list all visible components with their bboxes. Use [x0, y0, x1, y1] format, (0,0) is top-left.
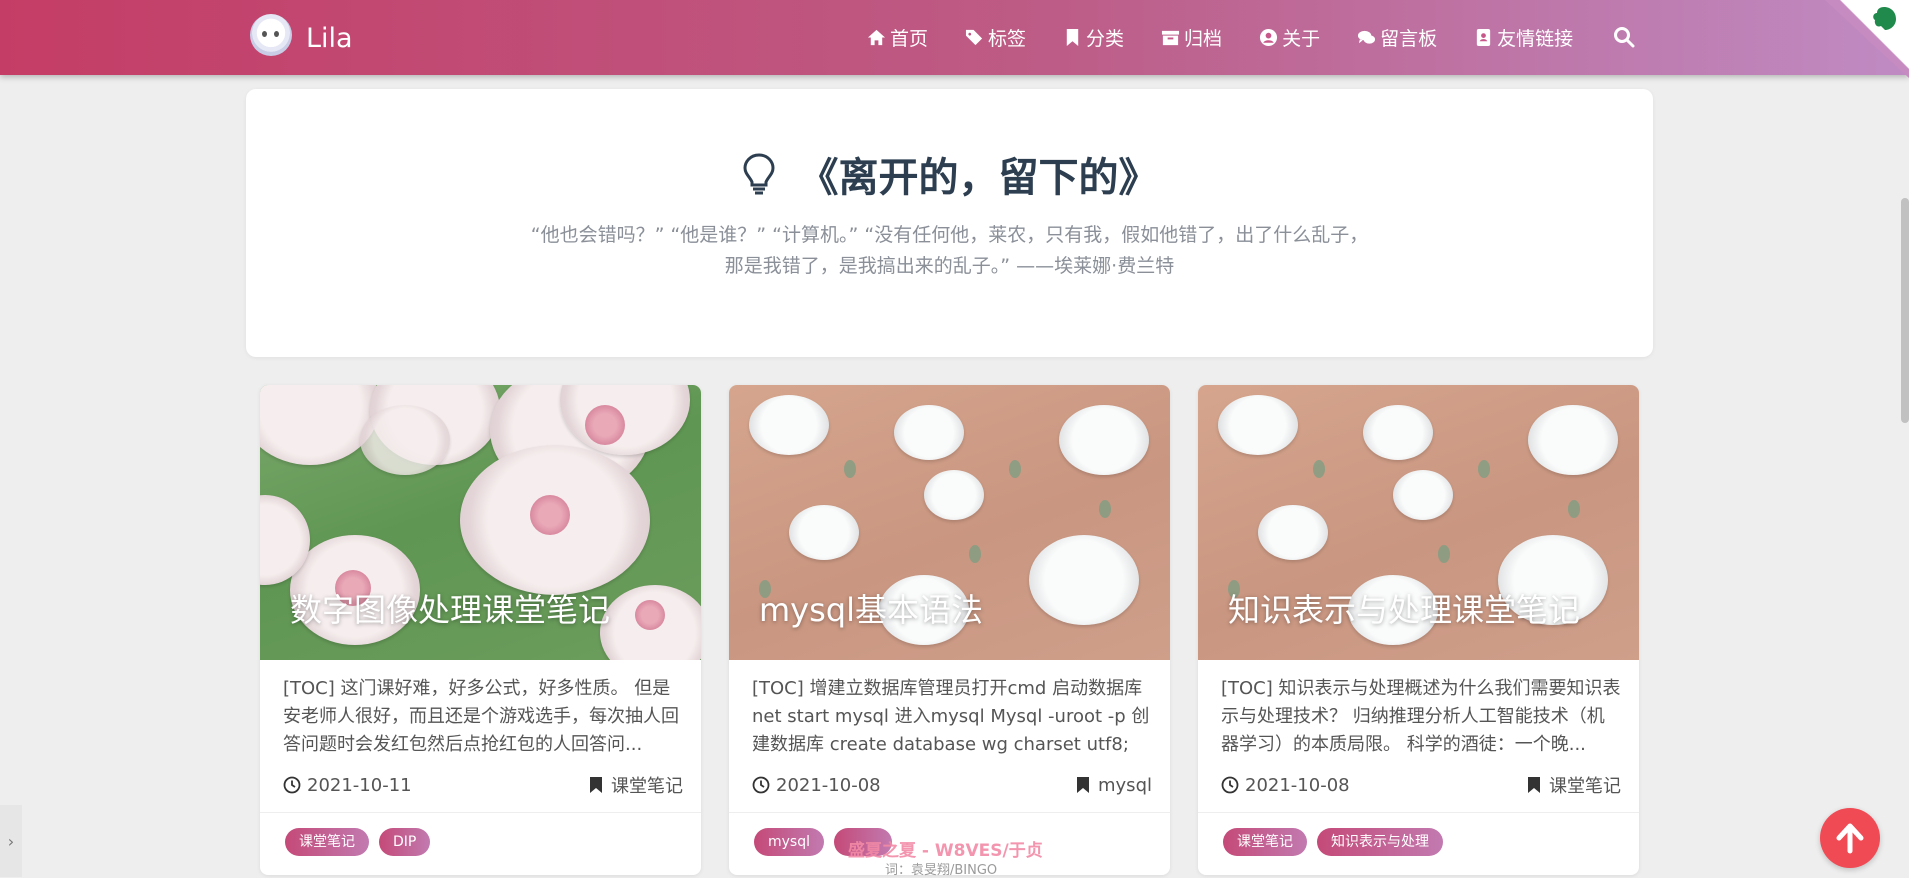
bookmark-icon: [1528, 777, 1540, 793]
bookmark-icon: [1062, 28, 1082, 48]
divider: [729, 812, 1170, 813]
clock-icon: [283, 776, 301, 794]
post-date-text: 2021-10-08: [776, 774, 881, 796]
post-tags: 课堂笔记 知识表示与处理: [1223, 828, 1453, 856]
post-cover-image[interactable]: 数字图像处理课堂笔记: [260, 385, 701, 660]
user-circle-icon: [1258, 28, 1278, 48]
post-category[interactable]: mysql: [1074, 775, 1152, 796]
nav-label: 友情链接: [1497, 28, 1574, 50]
comments-icon: [1356, 28, 1376, 48]
divider: [260, 812, 701, 813]
bookmark-icon: [1077, 777, 1089, 793]
nav-item-friends[interactable]: 友情链接: [1473, 24, 1573, 51]
sidebar-toggle[interactable]: ›: [0, 805, 22, 877]
post-title[interactable]: 数字图像处理课堂笔记: [290, 585, 610, 631]
avatar: [250, 14, 292, 56]
hero-card: 《离开的，留下的》 “他也会错吗？” “他是谁？” “计算机。” “没有任何他，…: [246, 89, 1653, 357]
post-cover-image[interactable]: 知识表示与处理课堂笔记: [1198, 385, 1639, 660]
post-category-text: 课堂笔记: [611, 776, 683, 797]
post-excerpt: [TOC] 这门课好难，好多公式，好多性质。 但是安老师人很好，而且还是个游戏选…: [283, 678, 679, 755]
clock-icon: [752, 776, 770, 794]
post-date: 2021-10-11: [283, 775, 412, 796]
tags-icon: [964, 28, 984, 48]
post-category-text: 课堂笔记: [1549, 776, 1621, 797]
post-title[interactable]: mysql基本语法: [759, 585, 983, 631]
main-nav: 首页 标签 分类 归档 关于 留言板 友情链接: [866, 24, 1609, 51]
search-icon[interactable]: [1613, 26, 1635, 48]
post-excerpt: [TOC] 增建立数据库管理员打开cmd 启动数据库 net start mys…: [752, 678, 1150, 755]
post-title[interactable]: 知识表示与处理课堂笔记: [1228, 585, 1580, 631]
post-category[interactable]: 课堂笔记: [587, 772, 683, 798]
post-category-text: mysql: [1098, 774, 1152, 796]
music-lyric-title: 盛夏之夏 - W8VES/于贞: [848, 841, 1043, 861]
back-to-top-button[interactable]: [1820, 808, 1880, 868]
octocat-icon: [1873, 7, 1896, 30]
home-icon: [866, 28, 886, 48]
nav-label: 首页: [890, 28, 929, 50]
nav-label: 关于: [1282, 28, 1321, 50]
tag-chip[interactable]: 课堂笔记: [1223, 828, 1307, 856]
lightbulb-icon: [742, 153, 775, 195]
post-meta: 2021-10-08 mysql: [752, 773, 1152, 797]
nav-label: 分类: [1086, 28, 1125, 50]
post-meta: 2021-10-11 课堂笔记: [283, 773, 683, 797]
post-excerpt: [TOC] 知识表示与处理概述为什么我们需要知识表示与处理技术？ 归纳推理分析人…: [1221, 678, 1621, 755]
nav-label: 归档: [1184, 28, 1223, 50]
nav-item-categories[interactable]: 分类: [1062, 24, 1124, 51]
post-date: 2021-10-08: [1221, 775, 1350, 796]
post-meta: 2021-10-08 课堂笔记: [1221, 773, 1621, 797]
nav-item-guestbook[interactable]: 留言板: [1356, 24, 1437, 51]
post-card[interactable]: 数字图像处理课堂笔记 [TOC] 这门课好难，好多公式，好多性质。 但是安老师人…: [260, 385, 701, 875]
divider: [1198, 812, 1639, 813]
site-logo[interactable]: Lila: [250, 14, 353, 56]
post-category[interactable]: 课堂笔记: [1525, 772, 1621, 798]
address-card-icon: [1473, 28, 1493, 48]
arrow-up-icon: [1836, 823, 1864, 854]
tag-chip[interactable]: mysql: [754, 828, 824, 856]
nav-label: 留言板: [1380, 28, 1438, 50]
site-name: Lila: [306, 22, 353, 54]
post-date-text: 2021-10-08: [1245, 774, 1350, 796]
music-lyric-credit: 词：袁旻翔/BINGO: [885, 863, 998, 878]
bookmark-icon: [590, 777, 602, 793]
clock-icon: [1221, 776, 1239, 794]
hero-title-row: 《离开的，留下的》: [246, 145, 1653, 203]
tag-chip[interactable]: DIP: [379, 828, 431, 856]
post-date: 2021-10-08: [752, 775, 881, 796]
tag-chip[interactable]: 课堂笔记: [285, 828, 369, 856]
tag-chip[interactable]: 知识表示与处理: [1317, 828, 1443, 856]
archive-icon: [1160, 28, 1180, 48]
scrollbar-thumb[interactable]: [1901, 198, 1909, 423]
nav-item-archive[interactable]: 归档: [1160, 24, 1222, 51]
site-header: Lila 首页 标签 分类 归档 关于 留言板 友情链接: [0, 0, 1909, 78]
post-date-text: 2021-10-11: [307, 774, 412, 796]
post-card[interactable]: 知识表示与处理课堂笔记 [TOC] 知识表示与处理概述为什么我们需要知识表示与处…: [1198, 385, 1639, 875]
chevron-right-icon: ›: [7, 831, 15, 851]
nav-item-home[interactable]: 首页: [866, 24, 928, 51]
post-cover-image[interactable]: mysql基本语法: [729, 385, 1170, 660]
post-card[interactable]: mysql基本语法 [TOC] 增建立数据库管理员打开cmd 启动数据库 net…: [729, 385, 1170, 875]
page-title: 《离开的，留下的》: [798, 155, 1159, 201]
nav-label: 标签: [988, 28, 1027, 50]
post-tags: 课堂笔记 DIP: [285, 828, 440, 856]
nav-item-tags[interactable]: 标签: [964, 24, 1026, 51]
hero-quote: “他也会错吗？” “他是谁？” “计算机。” “没有任何他，莱农，只有我，假如他…: [530, 224, 1369, 277]
nav-item-about[interactable]: 关于: [1258, 24, 1320, 51]
